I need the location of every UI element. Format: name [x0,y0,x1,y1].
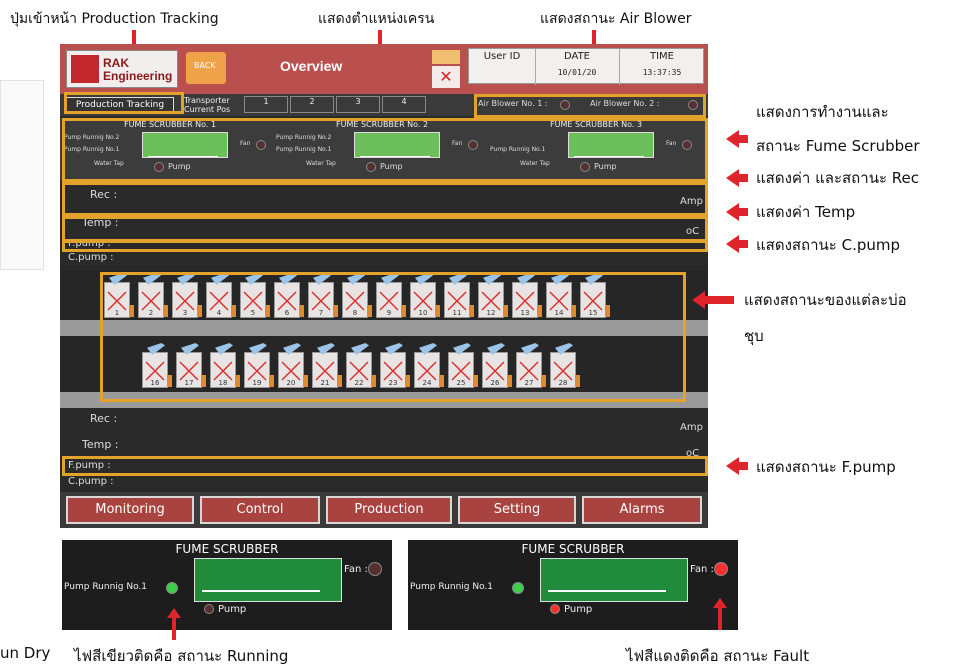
detail-panel-running: FUME SCRUBBER Pump Runnig No.1 Fan : Pum… [62,540,392,630]
panel-pump-label: Pump [218,604,247,615]
callout-run-dry: un Dry [0,644,51,662]
callout-fpump: แสดงสถานะ F.pump [756,458,896,476]
running-led [166,582,178,594]
company-logo: RAK Engineering [66,50,178,88]
highlight-fpump [62,456,708,476]
nav-monitoring[interactable]: Monitoring [66,496,194,524]
panel-line [548,590,666,592]
panel-scrubber-body [194,558,342,602]
panel-pump-running-label: Pump Runnig No.1 [410,582,494,592]
left-panel-fragment [0,80,44,270]
page-title: Overview [280,58,343,74]
fault-led [714,562,728,576]
transporter-1: 1 [244,96,288,113]
highlight-air-blower [474,94,706,118]
cpump-label: C.pump : [68,252,114,263]
nav-control[interactable]: Control [200,496,320,524]
time-value: 13:37:35 [642,68,682,77]
highlight-tanks [100,272,686,402]
panel-pump-label: Pump [564,604,593,615]
arrow-rec [726,169,748,187]
close-icon[interactable]: ✕ [432,66,460,88]
panel-fan-led [368,562,382,576]
transporter-label: Transporter Current Pos [184,96,231,114]
back-button[interactable]: BACK [186,52,226,84]
callout-air-blower: แสดงสถานะ Air Blower [540,11,692,27]
callout-tanks-1: แสดงสถานะของแต่ละบ่อ [744,291,907,309]
panel-line [202,590,320,592]
panel-title: FUME SCRUBBER [521,542,625,556]
callout-tanks-2: ชุบ [744,327,764,345]
panel-fan-label: Fan : [690,564,714,575]
arrow-temp [726,203,748,221]
highlight-fume-scrubber [62,118,708,182]
callout-production-tracking: ปุ่มเข้าหน้า Production Tracking [10,11,219,27]
logo-text: RAK Engineering [103,56,173,83]
nav-bar: Monitoring Control Production Setting Al… [60,492,708,528]
arrow-tanks [692,291,734,309]
panel-fan-label: Fan : [344,564,368,575]
highlight-production-tracking [64,92,184,114]
highlight-temp [62,216,708,242]
panel-title: FUME SCRUBBER [175,542,279,556]
arrow-fpump [726,457,748,475]
arrow-fume [726,130,748,148]
highlight-rec [62,182,708,216]
logo-mark-icon [71,55,99,83]
panel-scrubber-body [540,558,688,602]
transporter-4: 4 [382,96,426,113]
cpump-label-lower: C.pump : [68,476,114,487]
arrow-fault [713,598,727,630]
detail-panel-fault: FUME SCRUBBER Pump Runnig No.1 Fan : Pum… [408,540,738,630]
highlight-cpump [62,240,708,252]
date-value: 10/01/20 [557,68,597,77]
nav-setting[interactable]: Setting [458,496,576,524]
nav-alarms[interactable]: Alarms [582,496,702,524]
transporter-2: 2 [290,96,334,113]
callout-green-running: ไฟสีเขียวติดคือ สถานะ Running [74,647,289,665]
panel-pump-led [204,604,214,614]
callout-rec: แสดงค่า และสถานะ Rec [756,169,919,187]
nav-production[interactable]: Production [326,496,452,524]
panel-pump-running-label: Pump Runnig No.1 [64,582,148,592]
header-bar: RAK Engineering BACK Overview ✕ User ID D… [60,44,708,94]
date-label: DATE [563,51,590,62]
warning-button[interactable] [432,50,460,64]
temp-label-lower: Temp : [82,438,119,451]
arrow-cpump [726,235,748,253]
panel-pump-led [550,604,560,614]
panel-running-led [512,582,524,594]
amp-unit-lower: Amp [680,422,703,433]
lower-data-rows: Rec : Amp Temp : oC F.pump : C.pump : [60,408,708,490]
time-label: TIME [649,51,674,62]
user-id-label: User ID [483,51,521,62]
user-date-time-box: User ID DATE TIME 10/01/20 13:37:35 [468,48,704,85]
callout-cpump: แสดงสถานะ C.pump [756,236,901,254]
callout-fume-2: สถานะ Fume Scrubber [756,137,920,155]
rec-label-lower: Rec : [90,412,118,425]
arrow-running [167,608,181,640]
callout-fume-1: แสดงการทำงานและ [756,103,889,121]
callout-crane-position: แสดงตำแหน่งเครน [318,11,435,27]
callout-temp: แสดงค่า Temp [756,203,856,221]
callout-red-fault: ไฟสีแดงติดคือ สถานะ Fault [626,647,810,665]
transporter-3: 3 [336,96,380,113]
